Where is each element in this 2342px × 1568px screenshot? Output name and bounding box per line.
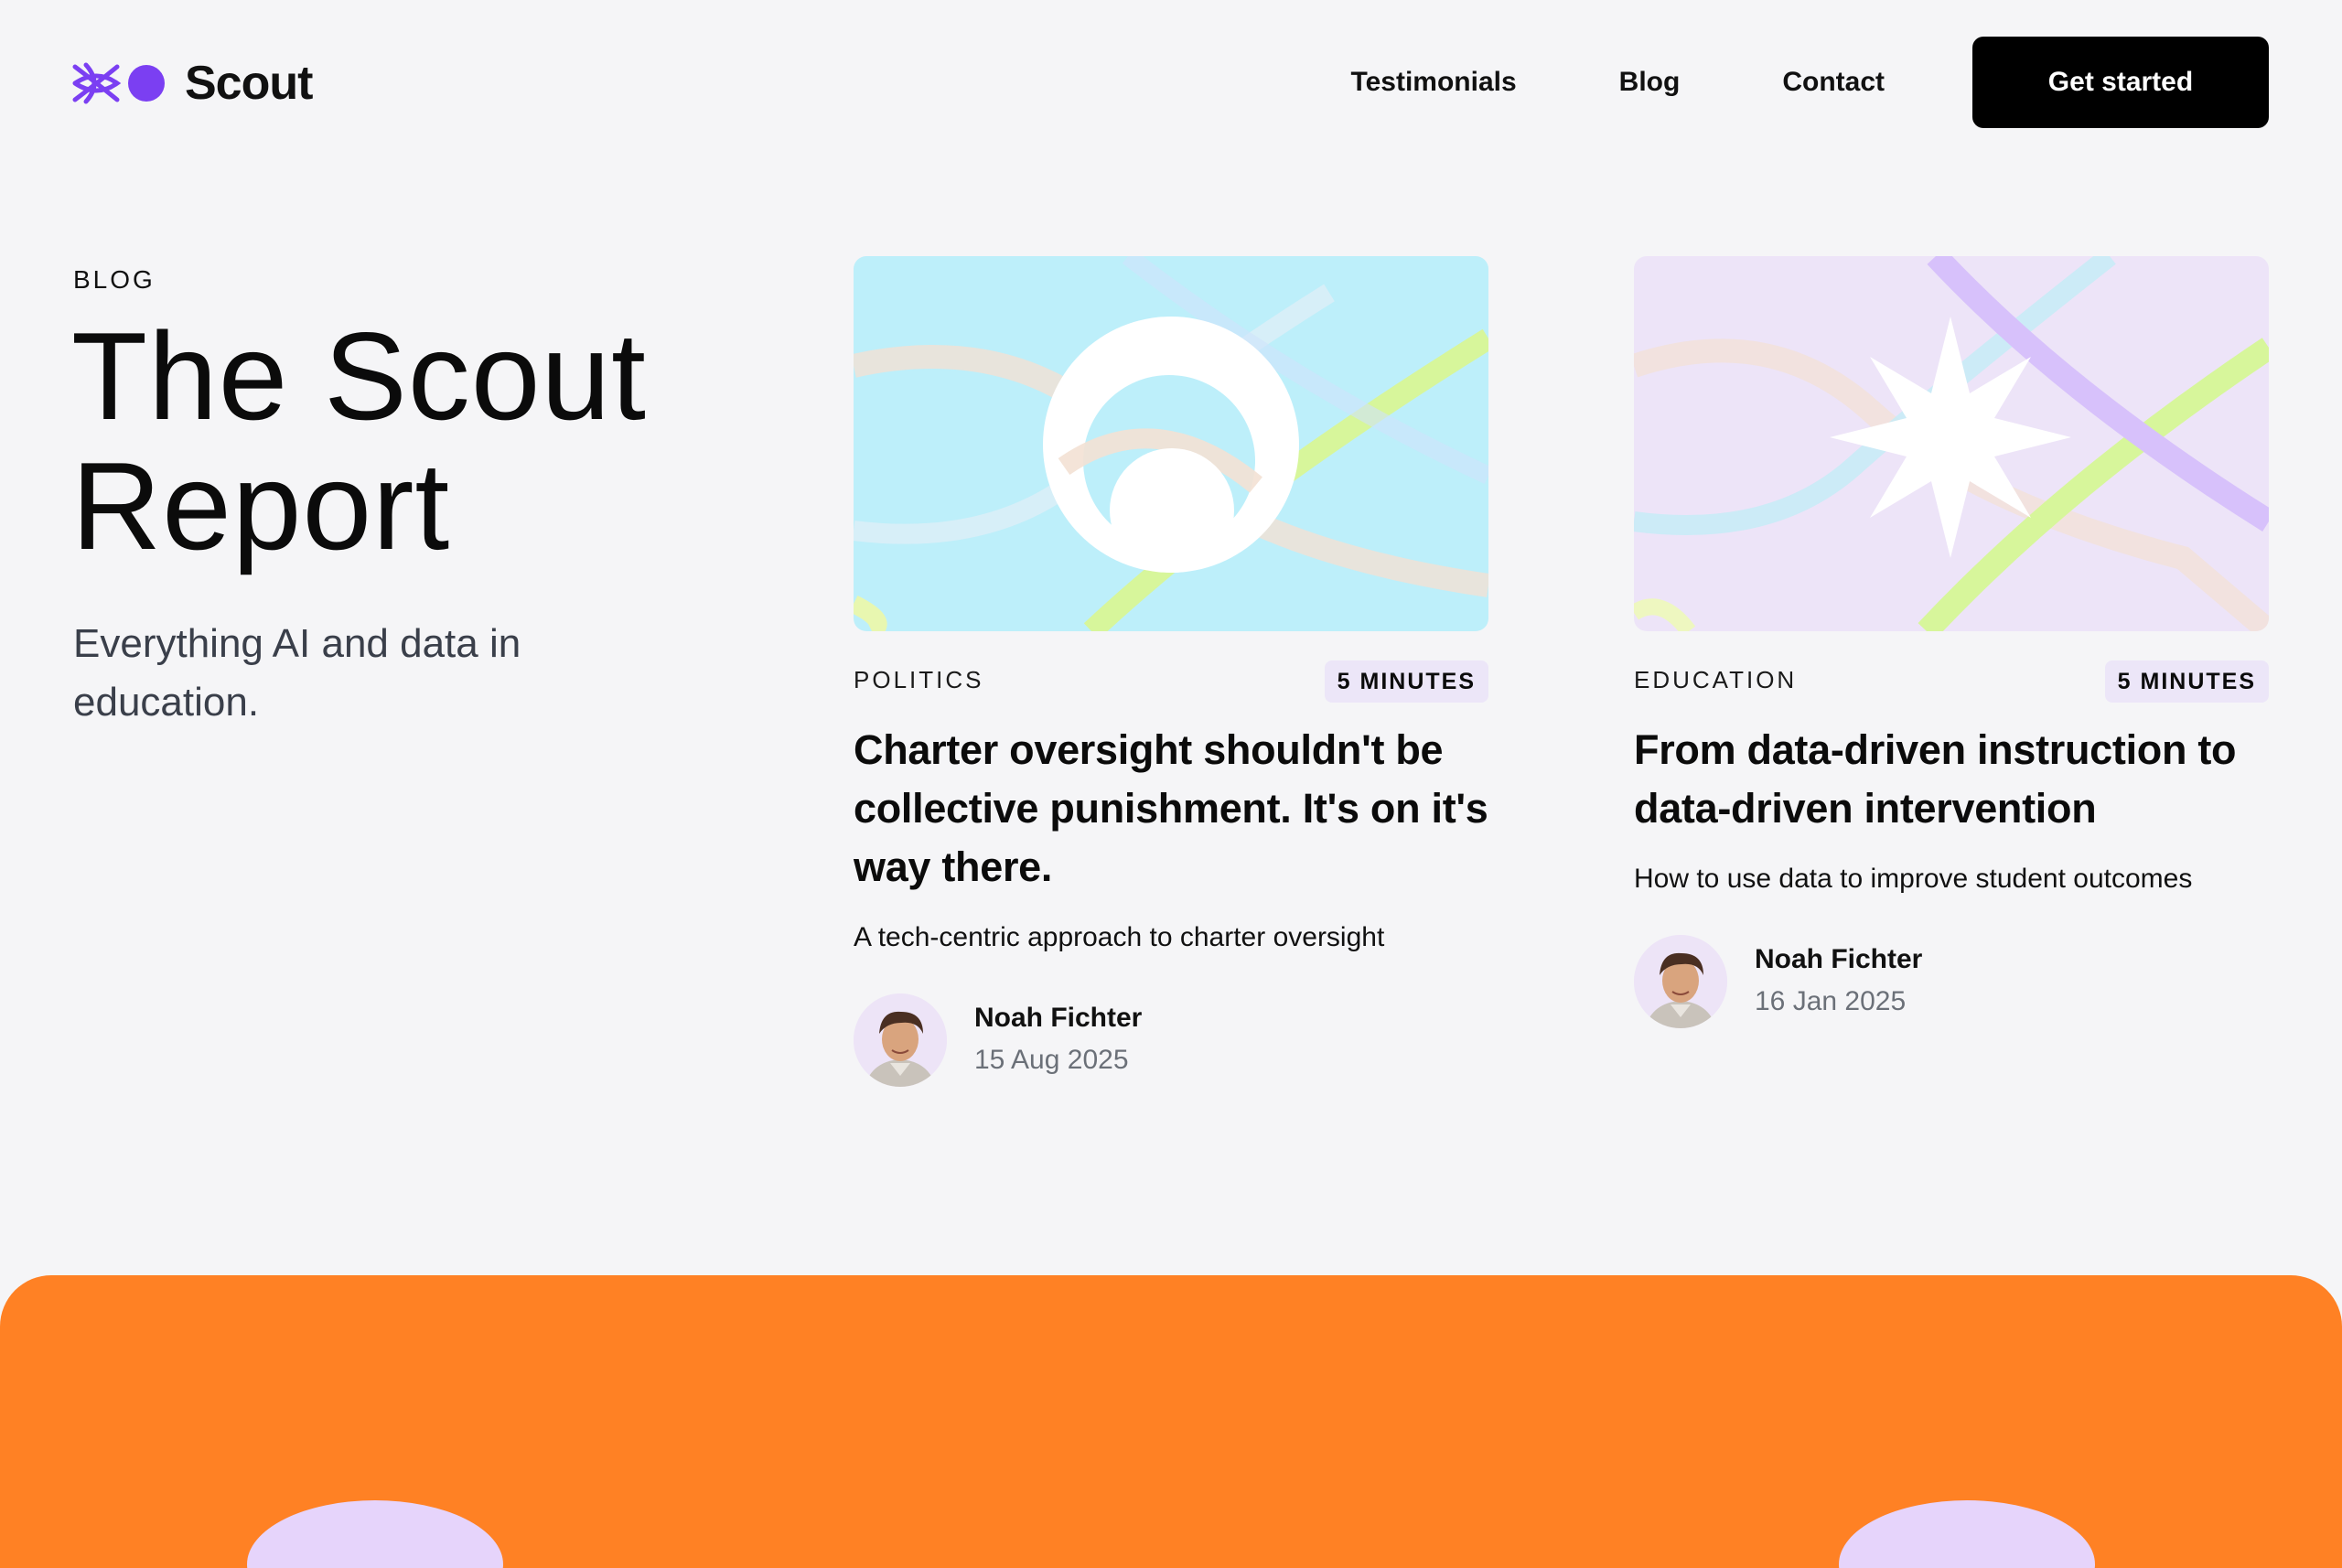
orange-feature-section [0,1275,2342,1568]
decorative-blob [1839,1500,2095,1568]
top-nav: Testimonials Blog Contact Get started [1351,37,2269,128]
post-description: A tech-centric approach to charter overs… [854,922,1385,952]
page-title-line-1: The Scout [71,306,647,446]
post-category[interactable]: EDUCATION [1634,666,1797,694]
post-category[interactable]: POLITICS [854,666,983,694]
nav-link-contact[interactable]: Contact [1782,67,1885,98]
read-time-badge: 5 MINUTES [1324,660,1488,703]
blog-post-card[interactable]: EDUCATION 5 MINUTES From data-driven ins… [1634,256,2269,1028]
blog-post-card[interactable]: POLITICS 5 MINUTES Charter oversight sho… [854,256,1488,1087]
post-date: 16 Jan 2025 [1755,986,1907,1016]
brand-logo[interactable]: Scout [71,53,313,113]
author-name: Noah Fichter [1755,944,1923,974]
post-thumbnail[interactable] [854,256,1488,631]
post-author: Noah Fichter 16 Jan 2025 [1634,935,2269,1028]
post-description: How to use data to improve student outco… [1634,864,2193,894]
brand-name: Scout [185,57,313,110]
nav-link-testimonials[interactable]: Testimonials [1351,67,1517,98]
scout-logo-icon [72,62,165,104]
crescent-circle-icon [1043,317,1299,573]
page-subtitle: Everything AI and data in education. [73,621,521,725]
post-date: 15 Aug 2025 [974,1045,1129,1075]
avatar [854,993,947,1087]
read-time-badge: 5 MINUTES [2104,660,2269,703]
post-meta: POLITICS 5 MINUTES [854,657,1488,712]
get-started-button[interactable]: Get started [1972,37,2269,128]
nav-link-blog[interactable]: Blog [1619,67,1681,98]
decorative-blob [247,1500,503,1568]
page-title: The Scout Report [71,311,730,571]
post-meta: EDUCATION 5 MINUTES [1634,657,2269,712]
post-title[interactable]: Charter oversight shouldn't be collectiv… [854,721,1488,897]
post-author: Noah Fichter 15 Aug 2025 [854,993,1488,1087]
post-title[interactable]: From data-driven instruction to data-dri… [1634,721,2269,838]
avatar [1634,935,1727,1028]
post-thumbnail[interactable] [1634,256,2269,631]
page-title-line-2: Report [71,436,451,575]
author-name: Noah Fichter [974,1003,1143,1033]
section-eyebrow: BLOG [73,265,156,294]
